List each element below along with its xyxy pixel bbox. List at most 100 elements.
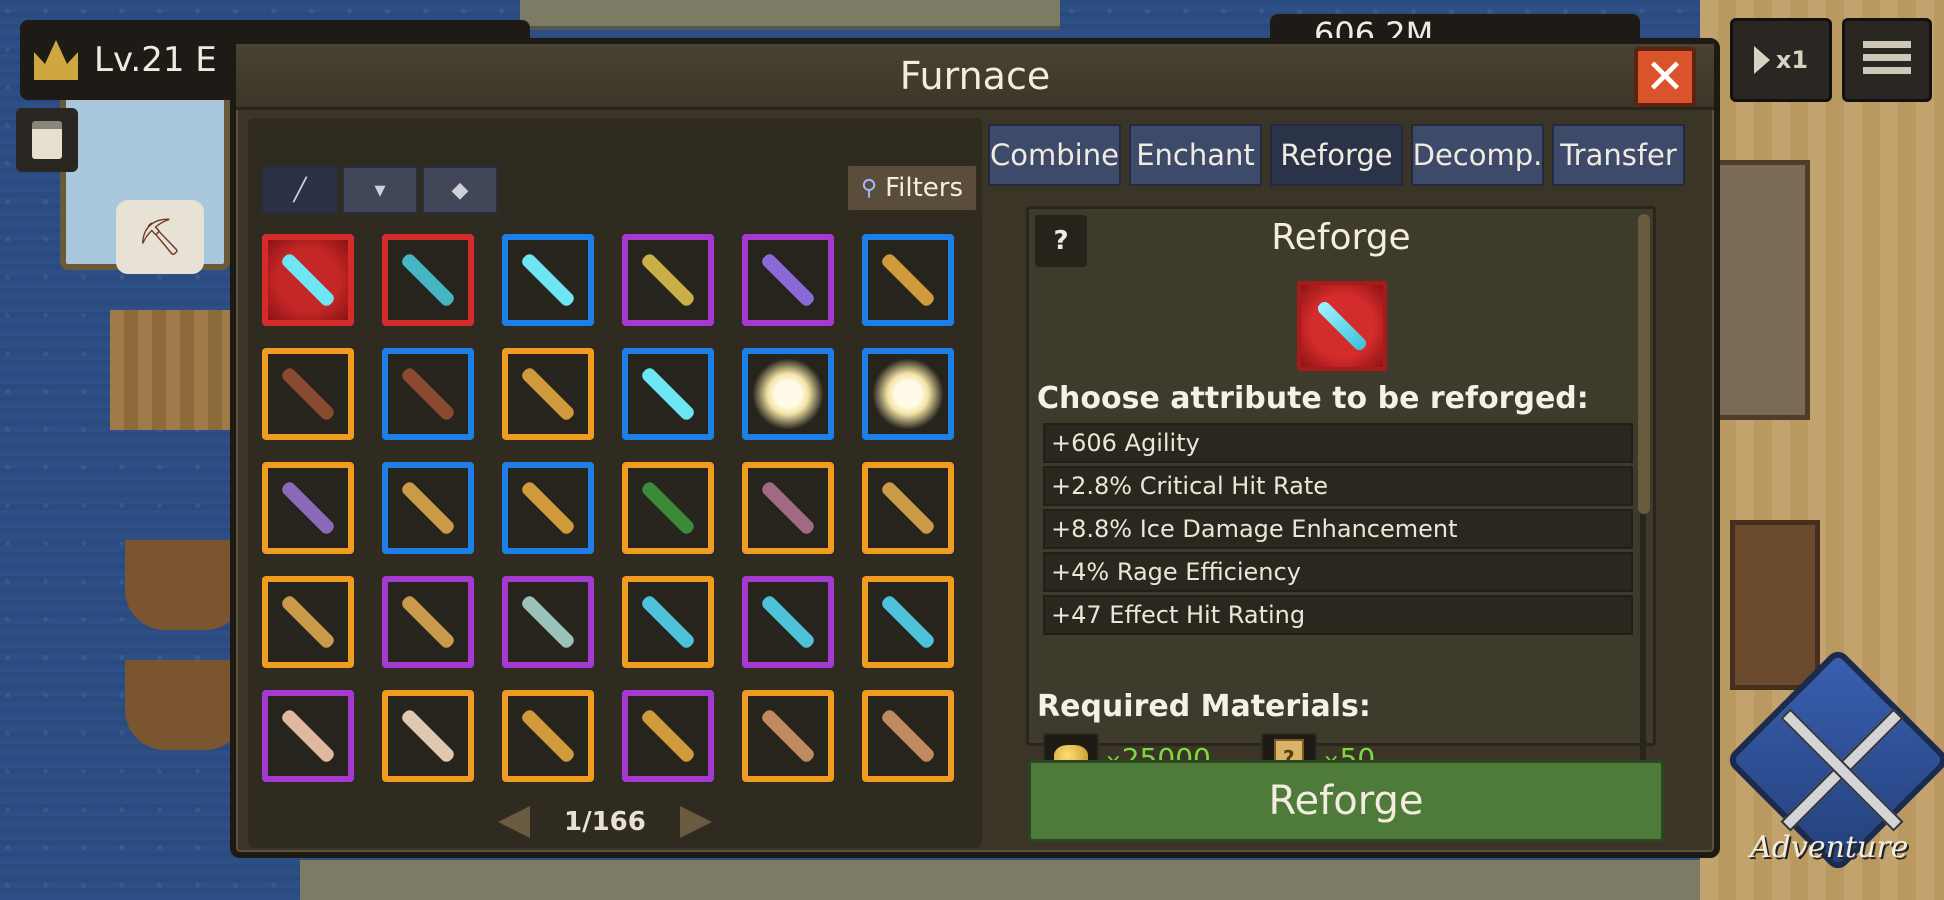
helmet-icon: ▾ <box>374 177 386 203</box>
item-slot[interactable] <box>502 348 594 440</box>
item-slot[interactable] <box>382 462 474 554</box>
furnace-tabs: Combine Enchant Reforge Decomp. Transfer <box>988 124 1685 186</box>
quest-button[interactable] <box>16 108 78 172</box>
attribute-option[interactable]: +606 Agility <box>1043 423 1633 463</box>
shop-building <box>1730 520 1820 690</box>
item-slot[interactable] <box>502 462 594 554</box>
house-building <box>1710 160 1810 420</box>
item-slot[interactable] <box>622 462 714 554</box>
page-indicator: 1/166 <box>564 807 646 837</box>
main-menu-button[interactable] <box>1842 18 1932 102</box>
item-slot[interactable] <box>382 234 474 326</box>
item-slot[interactable] <box>622 576 714 668</box>
item-slot[interactable] <box>262 234 354 326</box>
filters-button[interactable]: ⚲ Filters <box>846 164 978 212</box>
adventure-label: Adventure <box>1750 830 1909 865</box>
clipboard-icon <box>32 121 62 159</box>
item-slot[interactable] <box>742 462 834 554</box>
speed-label: x1 <box>1775 46 1809 74</box>
weapon-icon <box>639 593 697 651</box>
item-slot[interactable] <box>262 576 354 668</box>
weapon-icon <box>399 365 457 423</box>
weapon-icon <box>879 593 937 651</box>
scrollbar-track[interactable] <box>1640 514 1646 784</box>
reforge-button[interactable]: Reforge <box>1028 760 1664 842</box>
close-button[interactable]: ✕ <box>1634 47 1696 107</box>
accessory-icon: ◆ <box>451 177 469 203</box>
item-slot[interactable] <box>622 348 714 440</box>
weapon-icon <box>759 593 817 651</box>
item-slot[interactable] <box>862 234 954 326</box>
weapon-icon <box>399 707 457 765</box>
scrollbar-thumb[interactable] <box>1638 214 1650 514</box>
weapon-icon <box>279 707 337 765</box>
attribute-option[interactable]: +47 Effect Hit Rating <box>1043 595 1633 635</box>
item-slot[interactable] <box>742 690 834 782</box>
tab-accessories[interactable]: ◆ <box>422 166 498 214</box>
attribute-option[interactable]: +2.8% Critical Hit Rate <box>1043 466 1633 506</box>
weapon-icon <box>639 365 697 423</box>
player-level: Lv.21 E <box>94 40 217 80</box>
attribute-option[interactable]: +4% Rage Efficiency <box>1043 552 1633 592</box>
dialog-header: Furnace ✕ <box>236 44 1714 110</box>
burst-weapon-icon <box>752 358 824 430</box>
tab-reforge[interactable]: Reforge <box>1270 124 1403 186</box>
item-slot[interactable] <box>622 234 714 326</box>
boat <box>125 540 245 630</box>
tab-decomp[interactable]: Decomp. <box>1411 124 1544 186</box>
item-slot[interactable] <box>502 234 594 326</box>
sword-icon <box>1315 299 1369 353</box>
item-slot[interactable] <box>742 348 834 440</box>
item-slot[interactable] <box>862 348 954 440</box>
item-grid <box>262 234 982 782</box>
item-slot[interactable] <box>262 348 354 440</box>
weapon-icon <box>519 251 577 309</box>
tab-armor[interactable]: ▾ <box>342 166 418 214</box>
weapon-icon <box>519 479 577 537</box>
menu-list-icon <box>1863 41 1911 48</box>
axe-speech-bubble[interactable]: ⛏ <box>116 200 204 274</box>
weapon-icon <box>399 479 457 537</box>
item-slot[interactable] <box>382 576 474 668</box>
attribute-list: +606 Agility +2.8% Critical Hit Rate +8.… <box>1043 423 1633 638</box>
item-slot[interactable] <box>502 690 594 782</box>
weapon-icon <box>879 479 937 537</box>
item-slot[interactable] <box>382 348 474 440</box>
item-slot[interactable] <box>622 690 714 782</box>
crown-icon <box>34 40 78 80</box>
stone-wall-bottom <box>300 860 1700 900</box>
tab-weapons[interactable]: ╱ <box>262 166 338 214</box>
weapon-icon <box>639 479 697 537</box>
item-slot[interactable] <box>262 462 354 554</box>
item-slot[interactable] <box>862 462 954 554</box>
play-icon <box>1753 46 1770 74</box>
next-page-icon[interactable] <box>679 806 712 838</box>
weapon-icon <box>519 593 577 651</box>
item-slot[interactable] <box>262 690 354 782</box>
prev-page-icon[interactable] <box>498 806 530 838</box>
attribute-option[interactable]: +8.8% Ice Damage Enhancement <box>1043 509 1633 549</box>
weapon-icon <box>399 251 457 309</box>
item-slot[interactable] <box>742 576 834 668</box>
item-slot[interactable] <box>502 576 594 668</box>
tab-transfer[interactable]: Transfer <box>1552 124 1685 186</box>
item-slot[interactable] <box>862 690 954 782</box>
speed-button[interactable]: x1 <box>1730 18 1832 102</box>
selected-item-slot[interactable] <box>1297 281 1387 371</box>
tab-enchant[interactable]: Enchant <box>1129 124 1262 186</box>
filter-icon: ⚲ <box>860 175 878 201</box>
weapon-icon <box>759 251 817 309</box>
burst-weapon-icon <box>872 358 944 430</box>
weapon-icon <box>639 251 697 309</box>
item-slot[interactable] <box>382 690 474 782</box>
axe-icon: ⛏ <box>137 217 183 258</box>
tab-combine[interactable]: Combine <box>988 124 1121 186</box>
weapon-icon <box>519 707 577 765</box>
weapon-icon <box>639 707 697 765</box>
close-icon: ✕ <box>1644 49 1686 105</box>
item-slot[interactable] <box>862 576 954 668</box>
choose-attribute-label: Choose attribute to be reforged: <box>1037 381 1589 416</box>
item-slot[interactable] <box>742 234 834 326</box>
adventure-button[interactable]: Adventure <box>1724 646 1944 890</box>
weapon-icon <box>279 593 337 651</box>
